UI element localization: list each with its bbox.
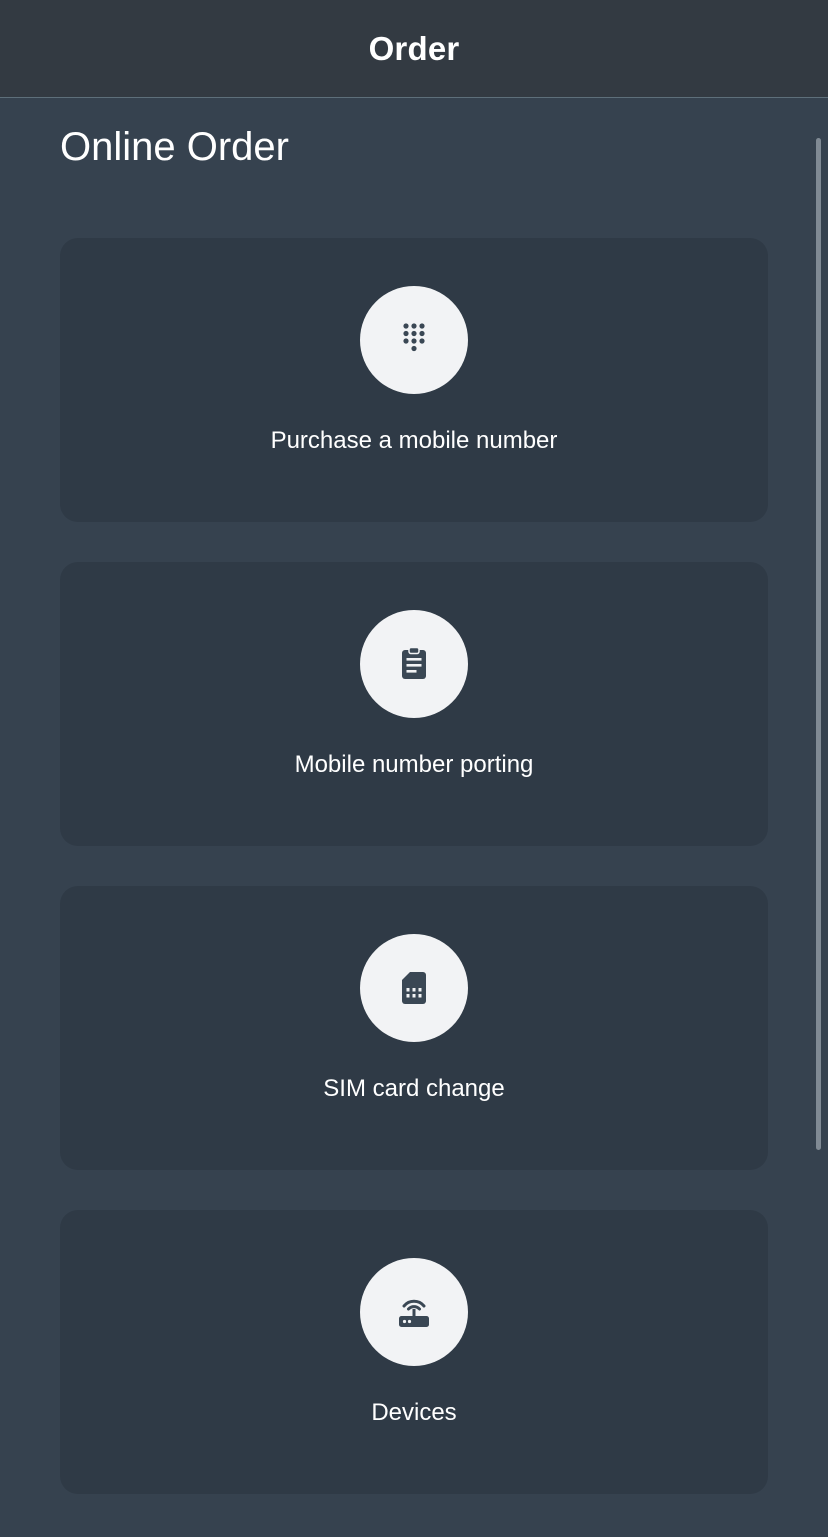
card-label: Mobile number porting bbox=[294, 751, 534, 778]
card-icon-circle bbox=[360, 1258, 468, 1366]
main-content: Online Order Purchase a mobile number Mo… bbox=[0, 98, 828, 1537]
scrollbar[interactable] bbox=[816, 138, 821, 1150]
card-sim-card-change[interactable]: SIM card change bbox=[60, 886, 768, 1170]
card-icon-circle bbox=[360, 934, 468, 1042]
card-icon-circle bbox=[360, 286, 468, 394]
card-devices[interactable]: Devices bbox=[60, 1210, 768, 1494]
app-bar-title: Order bbox=[368, 29, 460, 67]
card-label: Devices bbox=[371, 1399, 457, 1426]
router-icon bbox=[399, 1299, 429, 1327]
card-label: Purchase a mobile number bbox=[270, 427, 558, 454]
card-label: SIM card change bbox=[323, 1075, 505, 1102]
card-mobile-number-porting[interactable]: Mobile number porting bbox=[60, 562, 768, 846]
clipboard-icon bbox=[402, 646, 426, 679]
dialpad-icon bbox=[403, 323, 425, 352]
card-icon-circle bbox=[360, 610, 468, 718]
sim-card-icon bbox=[402, 972, 426, 1004]
page-title: Online Order bbox=[60, 125, 289, 169]
card-purchase-mobile-number[interactable]: Purchase a mobile number bbox=[60, 238, 768, 522]
app-bar: Order bbox=[0, 0, 828, 98]
app-screen: Order Online Order Purchase a mobile num… bbox=[0, 0, 828, 1537]
